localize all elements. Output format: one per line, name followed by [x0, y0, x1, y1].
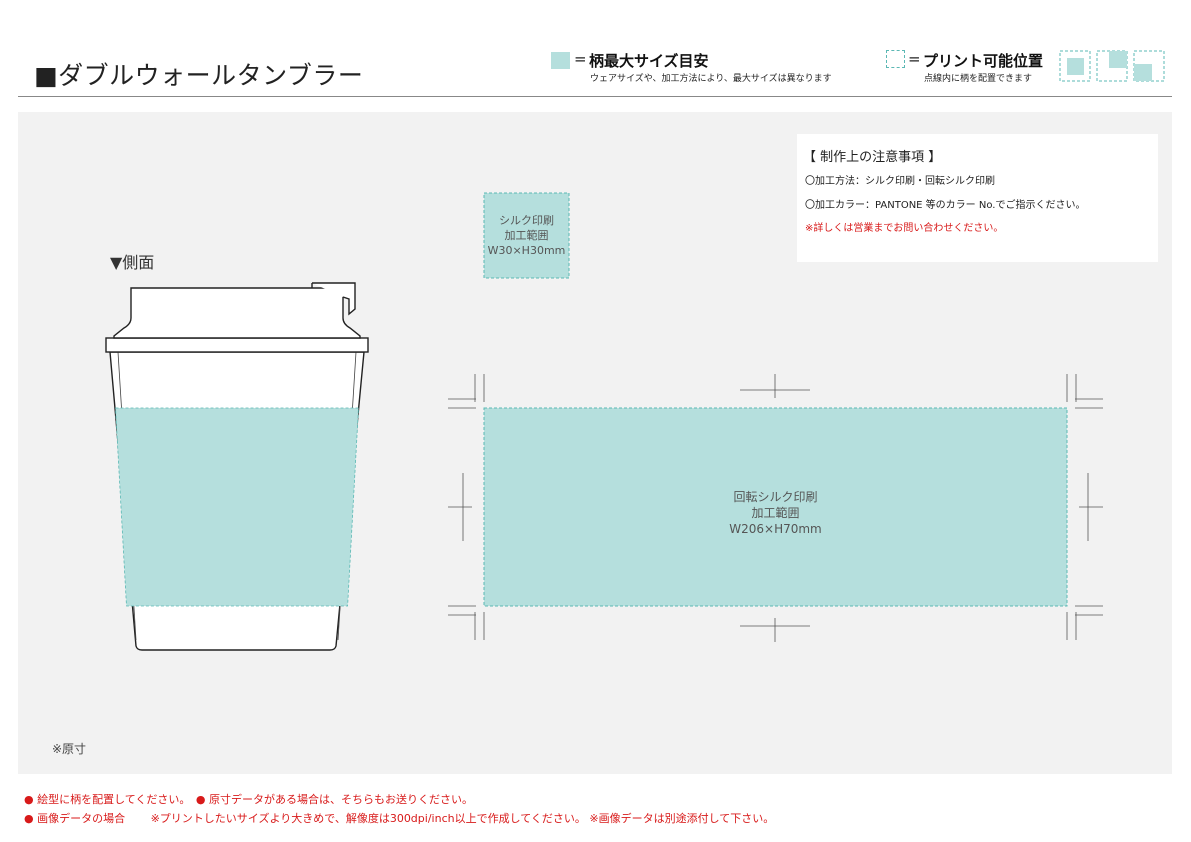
rotary-area-size: W206×H70mm — [729, 522, 822, 536]
silk-area-method: シルク印刷 — [499, 214, 554, 227]
rotary-area-method: 回転シルク印刷 — [733, 490, 818, 504]
silk-area-label: シルク印刷 加工範囲 W30×H30mm — [484, 213, 569, 258]
tumbler-print-band — [115, 407, 359, 607]
tumbler-lid-rim — [105, 337, 369, 353]
rotary-area-range: 加工範囲 — [751, 506, 800, 520]
template-drawing — [105, 192, 1103, 651]
silk-area-range: 加工範囲 — [504, 229, 549, 242]
footer-instructions-1: ● 絵型に柄を配置してください。 ● 原寸データがある場合は、そちらもお送りくだ… — [24, 793, 474, 806]
tumbler-side-view — [105, 282, 369, 651]
rotary-area-label: 回転シルク印刷 加工範囲 W206×H70mm — [484, 489, 1067, 537]
silk-area-size: W30×H30mm — [487, 244, 566, 257]
footer-instructions-2: ● 画像データの場合 ※プリントしたいサイズより大きめで、解像度は300dpi/… — [24, 812, 775, 825]
actual-size-note: ※原寸 — [52, 742, 87, 756]
tumbler-lid — [113, 287, 361, 339]
